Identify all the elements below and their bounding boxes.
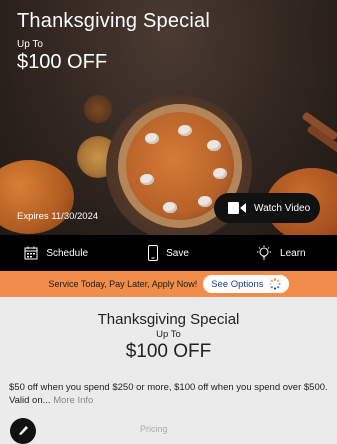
video-camera-icon — [228, 201, 246, 215]
cream-dollop — [213, 168, 227, 179]
offer-description: $50 off when you spend $250 or more, $10… — [9, 381, 329, 407]
hero-expires: Expires 11/30/2024 — [17, 211, 99, 222]
cream-dollop — [178, 125, 192, 136]
more-info-link[interactable]: More Info — [53, 395, 93, 406]
hero-amount: $100 OFF — [17, 51, 108, 73]
spice-bowl-image — [84, 95, 112, 123]
offer-title: Thanksgiving Special — [97, 311, 240, 328]
pumpkin-image — [0, 160, 74, 234]
tag-badge[interactable] — [10, 418, 36, 444]
cream-dollop — [145, 133, 159, 144]
cream-dollop — [198, 196, 212, 207]
schedule-button[interactable]: Schedule — [0, 246, 112, 260]
hero-banner: Thanksgiving Special Up To $100 OFF Expi… — [0, 0, 337, 235]
action-bar: Schedule Save Learn — [0, 235, 337, 271]
financing-banner: Service Today, Pay Later, Apply Now! See… — [0, 271, 337, 297]
watch-video-label: Watch Video — [254, 202, 311, 214]
learn-button[interactable]: Learn — [225, 245, 337, 261]
offer-up-to: Up To — [156, 329, 181, 340]
cream-dollop — [207, 140, 221, 151]
partial-heading: Pricing — [140, 424, 168, 434]
cream-dollop — [140, 174, 154, 185]
loading-spinner-icon — [268, 278, 281, 290]
watch-video-button[interactable]: Watch Video — [214, 193, 320, 223]
schedule-label: Schedule — [46, 247, 89, 259]
save-label: Save — [166, 247, 189, 259]
phone-icon — [148, 245, 159, 261]
tag-icon — [17, 423, 29, 441]
hero-up-to: Up To — [17, 39, 43, 50]
calendar-icon — [24, 246, 38, 260]
cream-dollop — [163, 202, 177, 213]
hero-title: Thanksgiving Special — [17, 10, 210, 32]
learn-label: Learn — [280, 247, 306, 259]
financing-text: Service Today, Pay Later, Apply Now! — [48, 279, 198, 289]
lightbulb-icon — [256, 245, 272, 261]
save-button[interactable]: Save — [112, 245, 224, 261]
offer-amount: $100 OFF — [125, 341, 212, 362]
see-options-button[interactable]: See Options — [203, 275, 289, 293]
see-options-label: See Options — [211, 278, 264, 290]
